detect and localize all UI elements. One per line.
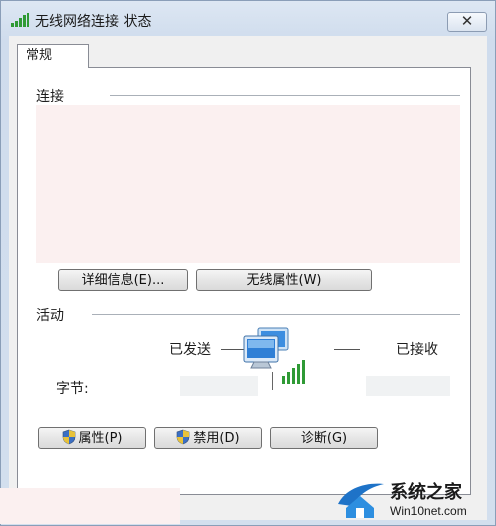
activity-connector-line [272,372,273,390]
network-computers-icon [243,327,305,384]
connection-group-divider [110,95,460,96]
connection-group-label: 连接 [36,89,64,105]
received-line [334,349,360,350]
watermark-house-icon [338,483,384,518]
uac-shield-icon [62,429,75,445]
watermark-url: Win10net.com [390,504,467,518]
uac-shield-icon [177,429,190,445]
connection-info-area [36,105,460,263]
window-title: 无线网络连接 状态 [35,14,152,30]
general-tab-panel: 连接 详细信息(E)... 无线属性(W) 活动 已发送 已接收 字节: 属性(… [17,67,471,495]
properties-button[interactable]: 属性(P) [38,427,146,449]
watermark-logo: 系统之家 Win10net.com [330,474,494,524]
tab-general[interactable]: 常规 [17,44,89,68]
activity-group-divider [92,314,460,315]
dialog-client-area: 常规 连接 详细信息(E)... 无线属性(W) 活动 已发送 已接收 字节: [9,36,487,520]
wireless-properties-button[interactable]: 无线属性(W) [196,269,372,291]
properties-button-label: 属性(P) [78,431,123,446]
signal-bars-icon [11,13,29,27]
status-window: 无线网络连接 状态 ✕ 常规 连接 详细信息(E)... 无线属性(W) 活动 … [0,0,496,526]
received-label: 已接收 [396,342,438,358]
close-button[interactable]: ✕ [447,12,487,32]
title-bar[interactable]: 无线网络连接 状态 ✕ [1,1,495,35]
disable-button-label: 禁用(D) [193,431,240,446]
sent-label: 已发送 [169,342,211,358]
close-icon: ✕ [460,12,474,30]
blank-region [0,488,180,524]
watermark-title: 系统之家 [390,482,462,503]
details-button[interactable]: 详细信息(E)... [58,269,188,291]
diagnose-button[interactable]: 诊断(G) [270,427,378,449]
activity-group-label: 活动 [36,308,64,324]
bytes-received-value [366,376,450,396]
disable-button[interactable]: 禁用(D) [154,427,262,449]
bytes-label: 字节: [56,381,89,397]
